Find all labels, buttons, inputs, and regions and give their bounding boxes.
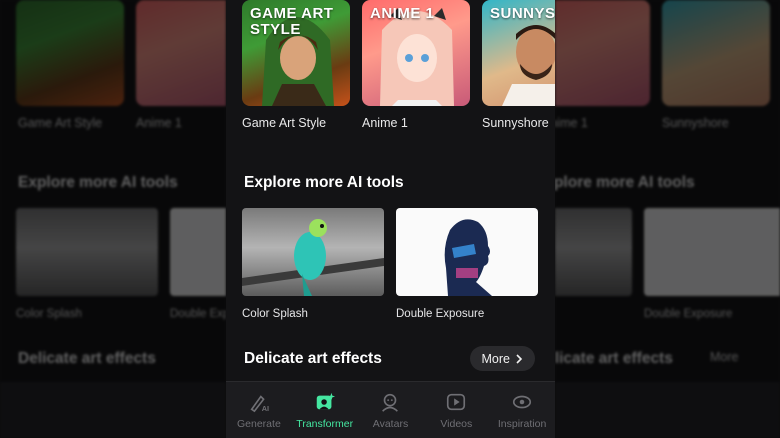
tool-card-color-splash[interactable]: Color Splash [242,208,384,320]
blurred-background-right: Anime 1 Sunnyshore Explore more AI tools… [555,0,780,438]
tab-videos[interactable]: Videos [423,382,489,438]
blurred-label: Double Exposure [170,308,226,320]
blurred-label: Anime 1 [555,116,588,130]
style-card-sunnyshore[interactable]: SUNNYSHORE Sunnyshore [482,0,555,130]
svg-text:AI: AI [262,404,269,413]
blurred-label: More [710,350,739,364]
tab-inspiration[interactable]: Inspiration [489,382,555,438]
style-label: Sunnyshore [482,116,549,130]
tab-transformer[interactable]: Transformer [292,382,358,438]
style-thumbnail: SUNNYSHORE [482,0,555,106]
tools-row: Color Splash Double Exposure [242,208,538,320]
style-tag: SUNNYSHORE [490,5,555,22]
style-card-anime[interactable]: ANIME 1 Anime 1 [362,0,470,130]
avatar-icon [382,393,399,412]
blurred-title: Explore more AI tools [18,174,178,191]
effects-section-title: Delicate art effects [244,350,382,367]
inspiration-icon [513,395,532,408]
more-label: More [481,351,510,366]
brush-ai-icon: AI [250,394,269,413]
blurred-title: Delicate art effects [18,350,156,367]
explore-section-title: Explore more AI tools [244,174,404,191]
tab-avatars[interactable]: Avatars [358,382,424,438]
tab-label: Transformer [296,417,354,430]
transform-image-icon [316,392,335,409]
tool-label: Color Splash [242,308,308,320]
blurred-title: Explore more AI tools [555,174,695,191]
chevron-right-icon [516,353,523,364]
style-thumbnail: ANIME 1 [362,0,470,106]
tab-label: Inspiration [497,417,547,430]
tab-label: Avatars [372,417,409,430]
more-button[interactable]: More [469,346,535,371]
bottom-tab-bar: AI Generate Transformer Avatars Videos I… [226,381,555,438]
app-screen: GAME ART STYLE Game Art Style ANIME 1 An… [226,0,555,438]
blurred-label: Color Splash [16,308,82,320]
blurred-label: Double Exposure [644,308,733,320]
tool-thumbnail [242,208,384,296]
parrot-illustration [242,219,384,296]
style-thumbnail: GAME ART STYLE [242,0,350,106]
tab-label: Videos [440,417,473,430]
tab-generate[interactable]: AI Generate [226,382,292,438]
style-tag: ANIME 1 [370,5,435,22]
silhouette-illustration [444,219,492,296]
style-label: Game Art Style [242,116,327,130]
blurred-label: Anime 1 [136,116,182,130]
tool-label: Double Exposure [396,308,485,320]
style-label: Anime 1 [362,116,408,130]
tab-label: Generate [237,417,281,430]
blurred-title: Delicate art effects [555,350,673,367]
blurred-background-left: Game Art Style Anime 1 Explore more AI t… [0,0,226,438]
tool-thumbnail [396,208,538,296]
style-card-game-art[interactable]: GAME ART STYLE Game Art Style [242,0,350,130]
tool-card-double-exposure[interactable]: Double Exposure [396,208,538,320]
play-icon [447,393,466,410]
style-tag: GAME ART STYLE [250,5,334,38]
style-carousel: GAME ART STYLE Game Art Style ANIME 1 An… [242,0,555,130]
blurred-label: Sunnyshore [662,116,729,130]
blurred-label: Game Art Style [18,116,103,130]
